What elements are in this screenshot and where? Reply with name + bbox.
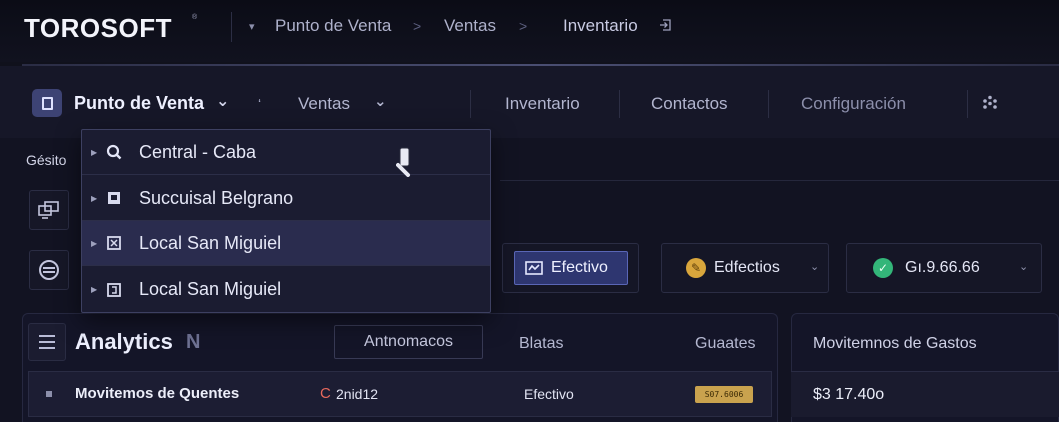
chip-edfectios-label: Edfectios	[714, 259, 780, 276]
chip-edfectios[interactable]: ✎ Edfectios ⌄	[661, 243, 829, 293]
nav-divider	[619, 90, 620, 118]
nav-divider	[768, 90, 769, 118]
expand-triangle-icon[interactable]: ▶	[91, 148, 97, 157]
chip-balance-label: Gı.9.66.66	[905, 259, 980, 276]
nav-item-inventario[interactable]: Inventario	[505, 94, 580, 114]
row-amount: 2nid12	[336, 386, 379, 402]
breadcrumb-item-punto-de-venta[interactable]: Punto de Venta	[275, 16, 391, 36]
dropdown-item-central-caba[interactable]: ▶ Central - Caba	[82, 130, 490, 175]
row-title: Movitemos de Quentes	[75, 385, 240, 402]
search-icon	[106, 144, 122, 160]
row-bullet	[46, 391, 52, 397]
pencil-coin-icon: ✎	[686, 258, 706, 278]
check-circle-icon: ✓	[873, 258, 893, 278]
coins-button[interactable]	[29, 250, 69, 290]
breadcrumb-separator: >	[519, 18, 528, 34]
brand-trademark: ®	[192, 14, 198, 21]
chevron-down-icon[interactable]: ⌄	[810, 260, 819, 273]
nav-stray-mark: ʻ	[258, 96, 262, 112]
nav-item-contactos[interactable]: Contactos	[651, 94, 728, 114]
gastos-amount: $3 17.40o	[813, 386, 885, 403]
topbar-divider	[231, 12, 232, 42]
breadcrumb-caret-icon[interactable]: ▾	[249, 20, 255, 33]
dropdown-item-label: Local San Miguiel	[139, 279, 282, 299]
nav-app-label[interactable]: Punto de Venta	[74, 93, 204, 114]
chip-efectivo[interactable]: Efectivo	[514, 251, 628, 285]
analytics-badge: N	[186, 331, 201, 353]
row-method: Efectivo	[524, 386, 574, 402]
content-divider	[500, 180, 1059, 181]
row-status-mark: C	[320, 385, 331, 402]
tab-guaates[interactable]: Guaates	[695, 335, 755, 353]
dropdown-item-local-san-miguiel[interactable]: ▶ Local San Miguiel	[82, 221, 490, 266]
copy-screens-button[interactable]	[29, 190, 69, 230]
nav-divider	[470, 90, 471, 118]
apps-grid-icon[interactable]	[982, 95, 998, 111]
expand-triangle-icon[interactable]: ▶	[91, 285, 97, 294]
chip-balance[interactable]: ✓ Gı.9.66.66 ⌄	[846, 243, 1042, 293]
chevron-down-icon[interactable]: ⌄	[216, 91, 229, 111]
dropdown-item-local-san-miguiel[interactable]: ▶ Local San Miguiel	[82, 267, 490, 312]
tab-antnomacos[interactable]: Antnomacos	[334, 325, 483, 359]
dropdown-item-label: Local San Miguiel	[139, 232, 282, 253]
breadcrumb-separator: >	[413, 18, 422, 34]
payment-icon	[525, 261, 543, 275]
dropdown-item-label: Succuisal Belgrano	[139, 187, 294, 208]
nav-divider	[967, 90, 968, 118]
dropdown-item-label: Central - Caba	[139, 141, 257, 162]
tab-blatas[interactable]: Blatas	[519, 335, 563, 353]
store-icon	[106, 235, 122, 251]
expand-triangle-icon[interactable]: ▶	[91, 239, 97, 248]
left-label: Gésito	[26, 152, 67, 168]
analytics-title: Analytics	[75, 329, 173, 354]
chevron-down-icon[interactable]: ⌄	[374, 92, 387, 110]
gastos-title: Movitemnos de Gastos	[813, 335, 977, 352]
exit-icon[interactable]	[659, 18, 673, 32]
mouse-cursor	[396, 147, 414, 177]
coins-stack-icon	[39, 260, 59, 280]
store-icon	[106, 282, 122, 298]
nav-item-configuracion[interactable]: Configuración	[801, 94, 906, 114]
dropdown-item-succuisal-belgrano[interactable]: ▶ Succuisal Belgrano	[82, 176, 490, 221]
nav-item-ventas[interactable]: Ventas	[298, 94, 350, 114]
tab-antnomacos-label: Antnomacos	[364, 333, 453, 350]
breadcrumb-item-inventario[interactable]: Inventario	[563, 16, 638, 36]
store-icon	[106, 190, 122, 206]
copy-screens-icon	[38, 201, 59, 219]
chevron-down-icon[interactable]: ⌄	[1019, 260, 1028, 273]
chip-efectivo-label: Efectivo	[551, 259, 608, 276]
breadcrumb-item-ventas[interactable]: Ventas	[444, 16, 496, 36]
branch-dropdown: ▶ Central - Caba ▶ Succuisal Belgrano ▶ …	[81, 129, 491, 313]
brand-logo[interactable]: TOROSOFT	[24, 13, 172, 44]
list-icon	[28, 323, 66, 361]
expand-triangle-icon[interactable]: ▶	[91, 194, 97, 203]
app-switcher-icon[interactable]	[32, 89, 62, 117]
row-badge: S07.6006	[695, 386, 753, 403]
